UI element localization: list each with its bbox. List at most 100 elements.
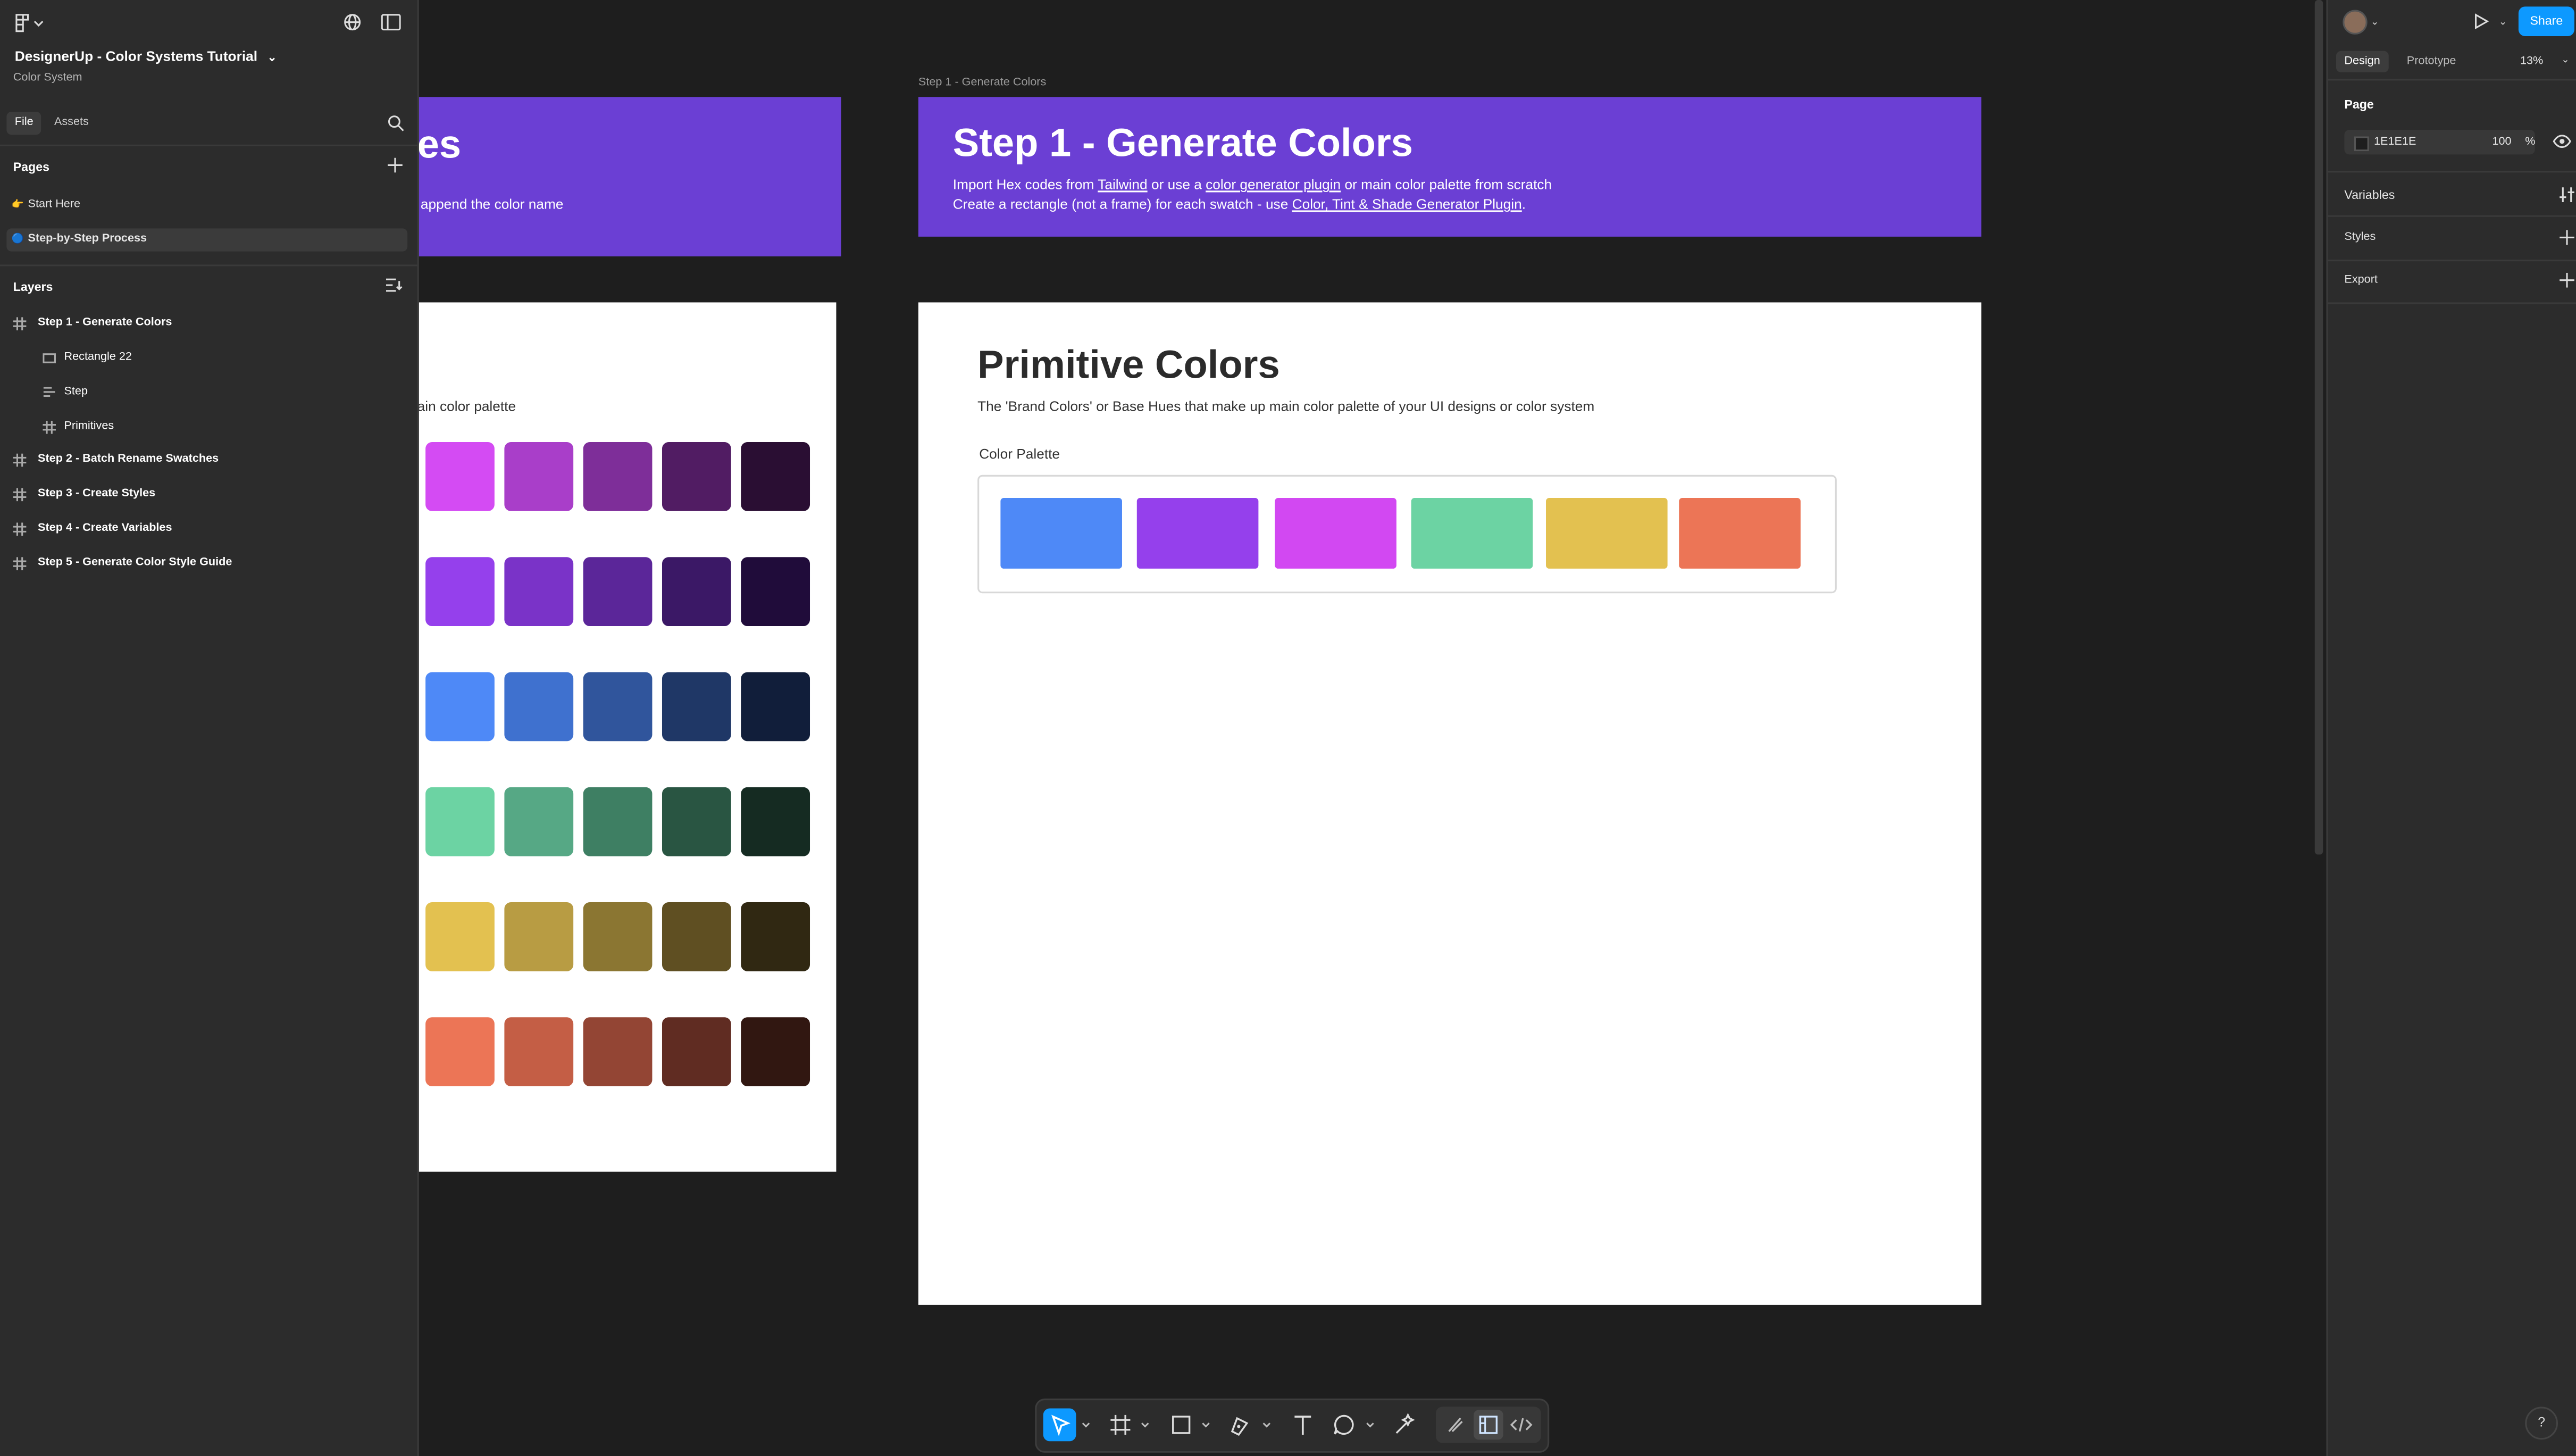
variables-section-title[interactable]: Variables [2344, 187, 2395, 202]
primitives-frame[interactable]: Primitive Colors The 'Brand Colors' or B… [918, 302, 1981, 1305]
actions-tool-icon[interactable] [1392, 1412, 1418, 1438]
page-color-field[interactable]: 1E1E1E 100 % [2344, 130, 2535, 155]
page-opacity[interactable]: 100 [2492, 136, 2511, 148]
canvas-scrollbar[interactable] [2314, 0, 2323, 855]
layer-options-icon[interactable] [386, 278, 403, 293]
palette-swatch[interactable] [1411, 498, 1533, 569]
color-swatch[interactable] [425, 557, 495, 627]
chevron-down-icon[interactable] [1262, 1420, 1272, 1430]
chevron-down-icon[interactable] [1201, 1420, 1211, 1430]
chevron-down-icon[interactable]: ⌄ [2371, 16, 2379, 28]
pointing-hand-icon: 👉 [11, 200, 24, 211]
step-1-banner[interactable]: Step 1 - Generate Colors Import Hex code… [918, 97, 1981, 237]
tab-file[interactable]: File [6, 112, 42, 135]
color-swatch[interactable] [741, 672, 810, 742]
chevron-down-icon[interactable] [1081, 1420, 1091, 1430]
color-swatch[interactable] [425, 1017, 495, 1087]
color-swatch[interactable] [583, 442, 653, 511]
variables-settings-icon[interactable] [2560, 187, 2574, 202]
color-swatch[interactable] [662, 902, 731, 971]
dev-mode-icon[interactable] [1508, 1412, 1534, 1438]
tab-prototype[interactable]: Prototype [2398, 51, 2464, 72]
color-swatch[interactable] [741, 1017, 810, 1087]
rectangle-tool-icon[interactable] [1168, 1412, 1194, 1438]
color-swatch[interactable] [425, 442, 495, 511]
add-export-icon[interactable] [2560, 272, 2574, 288]
text-tool-icon[interactable] [1290, 1412, 1316, 1438]
page-start-here[interactable]: 👉 Start Here [6, 194, 407, 217]
export-section-title[interactable]: Export [2344, 274, 2378, 286]
color-swatch[interactable] [583, 787, 653, 856]
play-icon[interactable] [2472, 13, 2489, 30]
user-avatar[interactable] [2343, 10, 2368, 35]
color-swatch[interactable] [741, 442, 810, 511]
swatches-frame[interactable]: ain color palette [417, 302, 837, 1172]
chevron-down-icon[interactable] [1365, 1420, 1375, 1430]
color-swatch[interactable] [504, 902, 574, 971]
color-generator-plugin-link[interactable]: color generator plugin [1206, 176, 1341, 193]
color-swatch[interactable] [504, 787, 574, 856]
draw-mode-icon[interactable] [1442, 1412, 1468, 1438]
color-swatch[interactable] [504, 672, 574, 742]
pen-tool-icon[interactable] [1227, 1412, 1253, 1438]
text-component-icon [43, 386, 56, 400]
sidebar-toggle-icon[interactable] [381, 13, 401, 31]
page-color-swatch[interactable] [2354, 136, 2369, 152]
search-icon[interactable] [388, 115, 404, 131]
palette-swatch[interactable] [1136, 498, 1259, 569]
color-swatch[interactable] [583, 1017, 653, 1087]
chevron-down-icon[interactable]: ⌄ [2561, 54, 2570, 66]
color-swatch[interactable] [425, 787, 495, 856]
tab-assets[interactable]: Assets [46, 112, 97, 135]
color-palette-box[interactable] [977, 475, 1837, 594]
palette-swatch[interactable] [1679, 498, 1801, 569]
step-1-line-1: Import Hex codes from Tailwind or use a … [953, 174, 1552, 194]
move-tool-icon[interactable] [1043, 1408, 1076, 1442]
palette-swatch[interactable] [1000, 498, 1122, 569]
help-button[interactable]: ? [2525, 1407, 2558, 1440]
color-swatch[interactable] [583, 902, 653, 971]
zoom-level[interactable]: 13% [2520, 56, 2543, 68]
design-mode-icon[interactable] [1474, 1410, 1503, 1440]
palette-swatch[interactable] [1275, 498, 1396, 569]
comment-tool-icon[interactable] [1331, 1412, 1357, 1438]
page-step-by-step[interactable]: 🔵 Step-by-Step Process [6, 228, 408, 252]
globe-icon[interactable] [344, 13, 362, 31]
color-swatch[interactable] [583, 672, 653, 742]
tab-design[interactable]: Design [2336, 51, 2389, 72]
figma-menu-icon[interactable] [13, 13, 46, 33]
chevron-down-icon[interactable]: ⌄ [2499, 16, 2507, 28]
add-style-icon[interactable] [2560, 230, 2574, 245]
page-color-hex[interactable]: 1E1E1E [2374, 136, 2416, 148]
color-swatch[interactable] [425, 902, 495, 971]
color-swatch[interactable] [504, 557, 574, 627]
chevron-down-icon[interactable] [1140, 1420, 1150, 1430]
color-swatch[interactable] [662, 557, 731, 627]
eye-icon[interactable] [2553, 135, 2571, 148]
divider [2328, 79, 2576, 81]
frame-label[interactable]: Step 1 - Generate Colors [918, 77, 1046, 89]
add-page-icon[interactable] [388, 157, 403, 173]
color-swatch[interactable] [741, 787, 810, 856]
color-swatch[interactable] [741, 557, 810, 627]
frame-tool-icon[interactable] [1107, 1412, 1133, 1438]
color-swatch[interactable] [662, 442, 731, 511]
share-button[interactable]: Share [2518, 6, 2574, 36]
styles-section-title[interactable]: Styles [2344, 232, 2376, 244]
color-swatch[interactable] [741, 902, 810, 971]
tailwind-link[interactable]: Tailwind [1098, 176, 1147, 193]
step-0-banner[interactable]: es append the color name [417, 97, 841, 256]
canvas[interactable]: es append the color name ain color palet… [417, 0, 2327, 1456]
color-swatch[interactable] [662, 787, 731, 856]
color-swatch[interactable] [425, 672, 495, 742]
palette-swatch[interactable] [1546, 498, 1668, 569]
color-swatch[interactable] [583, 557, 653, 627]
color-swatch[interactable] [504, 442, 574, 511]
color-swatch[interactable] [662, 1017, 731, 1087]
file-subtitle[interactable]: Color System [13, 72, 82, 84]
tint-shade-plugin-link[interactable]: Color, Tint & Shade Generator Plugin [1292, 196, 1522, 212]
file-title[interactable]: DesignerUp - Color Systems Tutorial ⌄ [15, 48, 277, 64]
color-swatch[interactable] [504, 1017, 574, 1087]
color-swatch[interactable] [662, 672, 731, 742]
chevron-down-icon[interactable]: ⌄ [267, 53, 277, 64]
